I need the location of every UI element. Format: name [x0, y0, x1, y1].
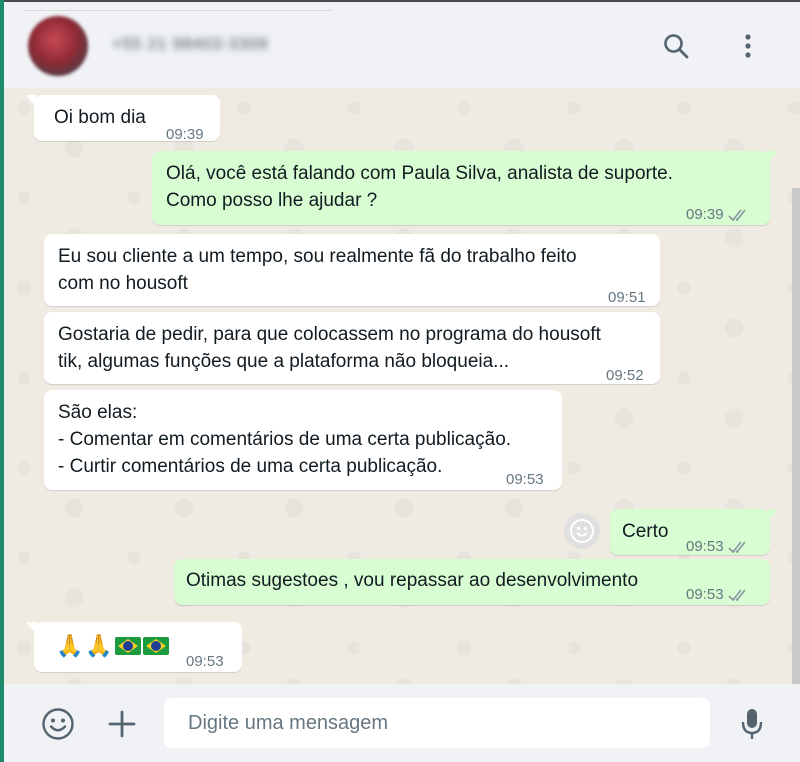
- bubble-tail: [768, 151, 778, 163]
- message-status: 09:53: [686, 581, 750, 608]
- kebab-menu-icon[interactable]: [732, 30, 764, 62]
- message-outgoing[interactable]: Certo 09:53: [610, 509, 778, 555]
- contact-name[interactable]: +55 21 98403-3309: [112, 36, 268, 54]
- brazil-flag-emoji-icon: [142, 636, 169, 655]
- message-text: Oi bom dia: [54, 107, 146, 128]
- message-text: Olá, você está falando com Paula Silva, …: [166, 163, 673, 211]
- message-time: 09:39: [166, 126, 204, 143]
- folded-hands-emoji-icon: 🙏: [56, 633, 84, 658]
- brazil-flag-emoji-icon: [114, 636, 141, 655]
- message-time: 09:53: [186, 653, 224, 670]
- message-text: Otimas sugestoes , vou repassar ao desen…: [186, 570, 639, 591]
- message-time: 09:39: [686, 206, 724, 223]
- compose-bar: [4, 684, 800, 762]
- message-time: 09:52: [606, 367, 644, 384]
- double-check-icon: [727, 541, 746, 553]
- smiley-icon: [570, 519, 594, 543]
- message-incoming[interactable]: Gostaria de pedir, para que colocassem n…: [44, 312, 660, 384]
- message-time: 09:51: [608, 289, 646, 306]
- message-text: Certo: [622, 521, 669, 542]
- message-input[interactable]: [164, 698, 710, 748]
- message-incoming[interactable]: São elas: - Comentar em comentários de u…: [44, 390, 562, 490]
- bubble-tail: [26, 95, 36, 107]
- folded-hands-emoji-icon: 🙏: [85, 633, 113, 658]
- bubble-tail: [768, 509, 778, 521]
- message-text: São elas: - Comentar em comentários de u…: [58, 402, 512, 477]
- contact-avatar[interactable]: [28, 16, 88, 76]
- emoji-message-content: 🙏 🙏: [56, 632, 169, 659]
- message-incoming[interactable]: Oi bom dia 09:39: [26, 95, 220, 143]
- message-status: 09:39: [686, 201, 750, 228]
- search-icon[interactable]: [660, 30, 692, 62]
- whatsapp-chat-window: +55 21 98403-3309 Oi bom dia 09:39 Olá, …: [0, 0, 800, 762]
- message-incoming[interactable]: 🙏 🙏 09:53: [26, 622, 242, 672]
- bubble-tail: [26, 622, 36, 634]
- message-outgoing[interactable]: Olá, você está falando com Paula Silva, …: [152, 151, 778, 228]
- header-divider: [24, 10, 332, 11]
- microphone-icon[interactable]: [734, 706, 770, 742]
- message-status: 09:53: [686, 533, 750, 560]
- double-check-icon: [727, 209, 746, 221]
- message-time: 09:53: [686, 586, 724, 603]
- double-check-icon: [727, 589, 746, 601]
- message-time: 09:53: [506, 471, 544, 488]
- chat-header: +55 21 98403-3309: [4, 0, 800, 88]
- message-text: Gostaria de pedir, para que colocassem n…: [58, 324, 601, 372]
- message-time: 09:53: [686, 538, 724, 555]
- message-outgoing[interactable]: Otimas sugestoes , vou repassar ao desen…: [174, 559, 770, 605]
- scrollbar[interactable]: [792, 188, 800, 684]
- message-incoming[interactable]: Eu sou cliente a um tempo, sou realmente…: [44, 234, 660, 306]
- plus-icon[interactable]: [104, 706, 140, 742]
- emoji-icon[interactable]: [40, 706, 76, 742]
- reaction-emoji-button[interactable]: [564, 513, 600, 549]
- message-text: Eu sou cliente a um tempo, sou realmente…: [58, 246, 577, 294]
- message-list[interactable]: Oi bom dia 09:39 Olá, você está falando …: [4, 88, 800, 684]
